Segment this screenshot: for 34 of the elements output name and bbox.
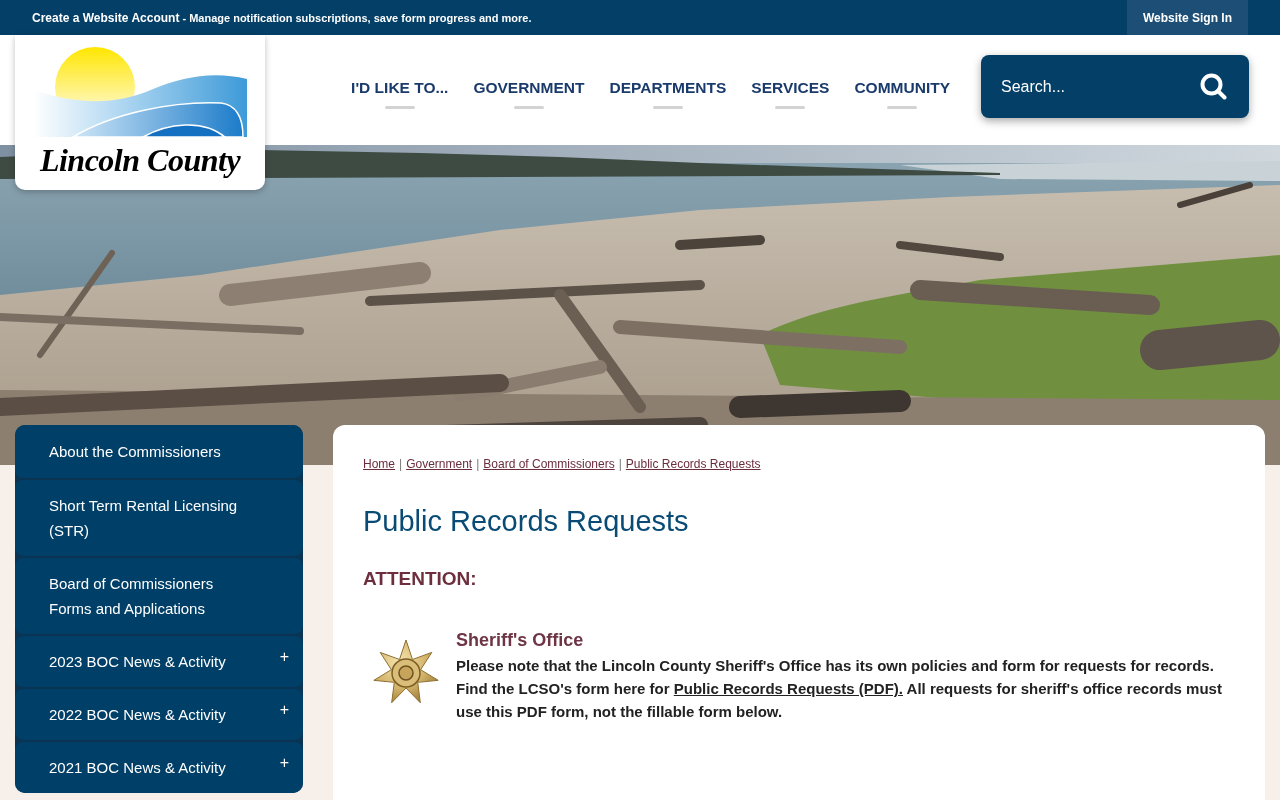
nav-menu-item[interactable]: I'D LIKE TO... (351, 78, 449, 109)
nav-menu-item[interactable]: GOVERNMENT (473, 78, 585, 109)
breadcrumb-separator: | (399, 456, 403, 472)
breadcrumb-separator: | (618, 456, 622, 472)
breadcrumb-link[interactable]: Home (363, 456, 395, 472)
sidebar-menu-item[interactable]: About the Commissioners (15, 425, 303, 478)
sidebar-menu-item[interactable]: Short Term Rental Licensing (STR) (15, 480, 303, 556)
nav-menu-item[interactable]: COMMUNITY (854, 78, 950, 109)
sidebar-menu-item[interactable]: 2023 BOC News & Activity + (15, 636, 303, 687)
nav-menu-item[interactable]: SERVICES (751, 78, 830, 109)
expand-toggle[interactable]: + (279, 701, 289, 719)
pdf-link[interactable]: Public Records Requests (PDF). (673, 680, 903, 697)
nav-menu-item[interactable]: DEPARTMENTS (609, 78, 727, 109)
search-icon (1200, 73, 1227, 100)
search-field[interactable]: Search... (981, 55, 1249, 118)
create-account-link[interactable]: Create a Website Account (32, 10, 180, 25)
expand-toggle[interactable]: + (279, 754, 289, 772)
sidebar-menu-item[interactable]: Board of Commissioners Forms and Applications (15, 558, 303, 634)
breadcrumb-link[interactable]: Public Records Requests (625, 456, 761, 472)
sidebar-menu-item[interactable]: 2022 BOC News & Activity + (15, 689, 303, 740)
logo-text: Lincoln County (39, 142, 241, 178)
logo-card[interactable]: Lincoln County (15, 35, 265, 190)
breadcrumb-separator: | (476, 456, 480, 472)
breadcrumb-link[interactable]: Board of Commissioners (483, 456, 615, 472)
notice-heading: Sheriff's Office (456, 629, 585, 652)
breadcrumb-link[interactable]: Government (406, 456, 473, 472)
page-title: Public Records Requests (363, 504, 690, 539)
sign-in-button[interactable]: Website Sign In (1126, 0, 1248, 35)
attention-heading: ATTENTION: (363, 567, 478, 591)
account-banner-text: Create a Website Account - Manage notification subscriptions, save form progress and more. (32, 9, 532, 27)
expand-toggle[interactable]: + (279, 648, 289, 666)
search-button[interactable] (1200, 73, 1227, 100)
sidebar-menu-item[interactable]: 2021 BOC News & Activity + (15, 742, 303, 793)
notice-text: Please note that the Lincoln County Sheriff's Office has its own policies and form for requests for records. Find the LCSO's form here for Public Records Requests (PDF). All requests for sheriff's office records must use this PDF form, not the fillable form below. (456, 656, 1223, 722)
